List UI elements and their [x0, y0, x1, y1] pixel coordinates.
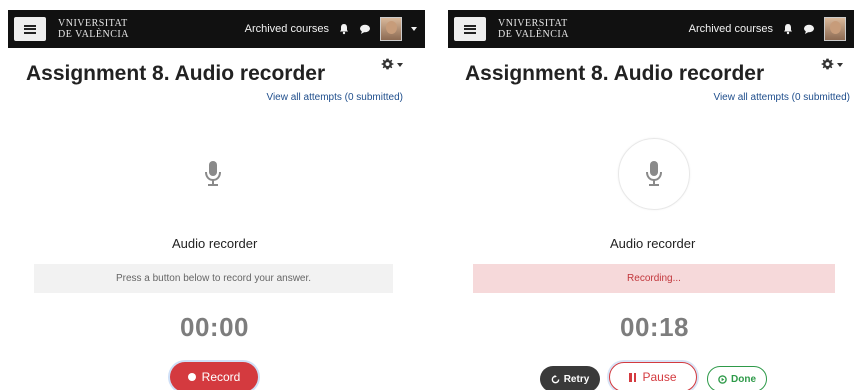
gear-icon: [381, 58, 394, 70]
microphone-icon: [646, 161, 662, 186]
retry-button-label: Retry: [563, 373, 590, 385]
top-navbar: VNIVERSITAT DE VALÈNCIA Archived courses: [8, 10, 425, 48]
record-button-label: Record: [201, 370, 241, 384]
pause-icon: [629, 372, 637, 382]
gear-icon: [821, 58, 834, 70]
microphone-icon: [205, 161, 221, 186]
status-message: Recording...: [473, 264, 835, 293]
page-title: Assignment 8. Audio recorder: [26, 62, 326, 85]
chat-bubble-icon[interactable]: [803, 23, 815, 35]
settings-caret-icon: [837, 62, 843, 67]
retry-icon: [551, 374, 560, 383]
logo-line-1: VNIVERSITAT: [58, 18, 128, 29]
bell-icon[interactable]: [782, 23, 794, 35]
archived-courses-link[interactable]: Archived courses: [689, 23, 773, 35]
recorder-label: Audio recorder: [172, 236, 258, 251]
pause-button-label: Pause: [642, 370, 677, 384]
menu-toggle-button[interactable]: [14, 17, 46, 41]
done-button-label: Done: [731, 373, 756, 385]
view-attempts-link[interactable]: View all attempts (0 submitted): [266, 92, 403, 103]
navbar-right: Archived courses: [689, 10, 846, 48]
user-avatar[interactable]: [380, 17, 402, 41]
archived-courses-link[interactable]: Archived courses: [245, 23, 329, 35]
done-icon: [718, 374, 727, 384]
settings-caret-icon: [397, 62, 403, 67]
menu-toggle-button[interactable]: [454, 17, 486, 41]
recorder-label: Audio recorder: [610, 236, 696, 251]
status-message: Press a button below to record your answ…: [34, 264, 393, 293]
hamburger-icon: [24, 24, 36, 34]
settings-menu-button[interactable]: [381, 58, 403, 71]
recorder-panel-idle: VNIVERSITAT DE VALÈNCIA Archived courses…: [0, 0, 425, 390]
chat-bubble-icon[interactable]: [359, 23, 371, 35]
user-avatar[interactable]: [824, 17, 846, 41]
recording-timer: 00:18: [620, 312, 689, 342]
top-navbar: VNIVERSITAT DE VALÈNCIA Archived courses: [448, 10, 854, 48]
navbar-right: Archived courses: [245, 10, 417, 48]
settings-menu-button[interactable]: [821, 58, 843, 71]
user-menu-caret-icon[interactable]: [411, 27, 417, 31]
bell-icon[interactable]: [338, 23, 350, 35]
microphone-indicator: [177, 138, 249, 210]
recording-timer: 00:00: [180, 312, 249, 342]
university-logo[interactable]: VNIVERSITAT DE VALÈNCIA: [58, 18, 129, 40]
page-title: Assignment 8. Audio recorder: [465, 62, 765, 85]
hamburger-icon: [464, 24, 476, 34]
retry-button[interactable]: Retry: [540, 366, 600, 390]
university-logo[interactable]: VNIVERSITAT DE VALÈNCIA: [498, 18, 569, 40]
done-button[interactable]: Done: [707, 366, 767, 390]
recorder-panel-recording: VNIVERSITAT DE VALÈNCIA Archived courses…: [440, 0, 854, 390]
microphone-indicator: [618, 138, 690, 210]
record-dot-icon: [187, 373, 196, 381]
record-button[interactable]: Record: [170, 362, 258, 390]
logo-line-1: VNIVERSITAT: [498, 18, 568, 29]
pause-button[interactable]: Pause: [609, 362, 697, 390]
logo-line-2: DE VALÈNCIA: [498, 29, 569, 40]
view-attempts-link[interactable]: View all attempts (0 submitted): [713, 92, 850, 103]
logo-line-2: DE VALÈNCIA: [58, 29, 129, 40]
